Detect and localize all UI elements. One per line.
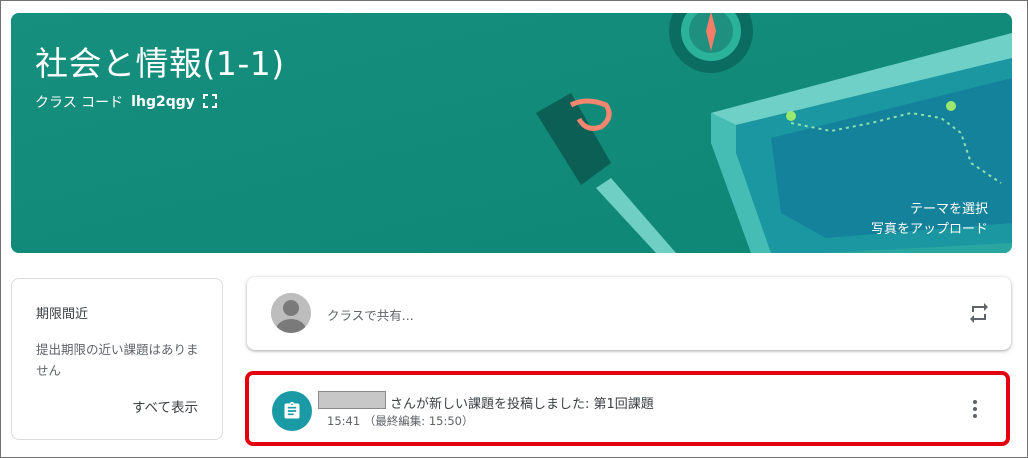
share-placeholder[interactable]: クラスで共有...	[327, 305, 414, 324]
person-icon	[271, 293, 311, 333]
class-banner: 社会と情報(1-1) クラス コード lhg2qgy テーマを選択 写真をアップ…	[11, 13, 1012, 253]
highlight-box	[245, 371, 1010, 446]
class-code-value: lhg2qgy	[131, 94, 195, 110]
view-all-link[interactable]: すべて表示	[132, 396, 198, 416]
class-code-label: クラス コード	[35, 95, 124, 111]
class-title: 社会と情報(1-1)	[35, 44, 285, 83]
upload-photo-link[interactable]: 写真をアップロード	[871, 218, 988, 237]
select-theme-link[interactable]: テーマを選択	[910, 198, 988, 217]
fullscreen-icon[interactable]	[202, 94, 219, 110]
share-box[interactable]: クラスで共有...	[247, 277, 1011, 350]
upcoming-card: 期限間近 提出期限の近い課題はありません すべて表示	[11, 278, 223, 440]
class-code: クラス コード lhg2qgy	[35, 92, 219, 112]
repost-icon[interactable]	[967, 301, 991, 325]
upcoming-title: 期限間近	[36, 307, 89, 322]
upcoming-empty-text: 提出期限の近い課題はありません	[36, 342, 199, 378]
